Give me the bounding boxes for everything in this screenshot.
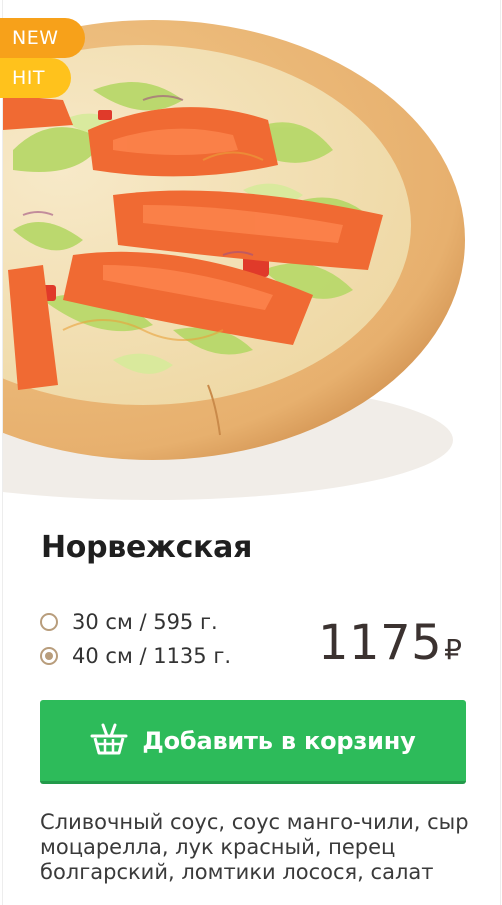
add-to-cart-button[interactable]: Добавить в корзину (40, 700, 466, 784)
add-to-cart-label: Добавить в корзину (142, 726, 416, 755)
size-option-30cm[interactable]: 30 см / 595 г. (40, 607, 218, 637)
pizza-photo (3, 20, 465, 500)
size-label: 40 см / 1135 г. (72, 644, 232, 668)
currency-symbol: ₽ (444, 633, 463, 666)
basket-icon (90, 722, 128, 760)
radio-unchecked-icon[interactable] (40, 613, 58, 631)
product-card: NEW HIT Норвежская 30 см / 595 г. 40 см … (0, 0, 502, 905)
radio-checked-icon[interactable] (40, 647, 58, 665)
new-badge: NEW (0, 18, 85, 58)
product-title: Норвежская (41, 530, 253, 565)
size-label: 30 см / 595 г. (72, 610, 218, 634)
hit-badge: HIT (0, 58, 71, 98)
product-description: Сливочный соус, соус манго-чили, сыр моц… (40, 810, 469, 884)
price: 1175 ₽ (318, 615, 462, 671)
size-option-40cm[interactable]: 40 см / 1135 г. (40, 641, 231, 671)
price-value: 1175 (318, 615, 443, 671)
pizza-image[interactable] (3, 0, 500, 505)
